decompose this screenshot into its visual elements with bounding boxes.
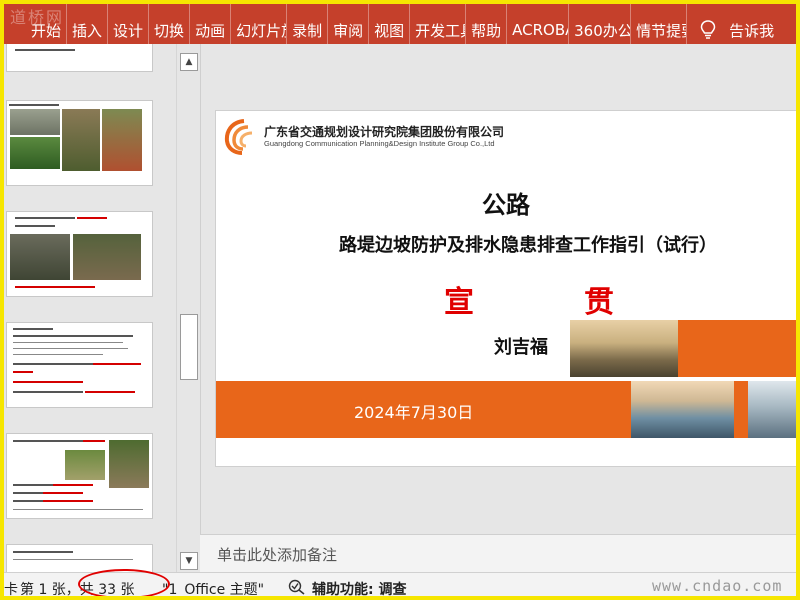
notes-pane[interactable]: 单击此处添加备注: [200, 534, 800, 572]
slide-thumbnail[interactable]: [6, 100, 153, 186]
slide-title: 公路: [482, 191, 530, 219]
company-name-cn: 广东省交通规划设计研究院集团股份有限公司: [264, 125, 505, 139]
road-photo: [748, 381, 798, 438]
accessibility-icon[interactable]: [288, 579, 308, 599]
presentation-date: 2024年7月30日: [354, 403, 474, 422]
orange-decor-strip: [734, 381, 748, 438]
bridge-photo: [631, 381, 734, 438]
theme-name: "1_Office 主题": [162, 582, 265, 598]
orange-decor-block: [678, 320, 798, 377]
slide-thumbnail[interactable]: [6, 433, 153, 519]
company-logo-icon: [224, 119, 258, 159]
slide-thumbnail[interactable]: [6, 544, 153, 572]
slide-thumbnail[interactable]: [6, 322, 153, 408]
slide-subtitle: 路堤边坡防护及排水隐患排查工作指引（试行）: [339, 235, 717, 256]
scroll-up-button[interactable]: ▲: [180, 53, 198, 71]
status-prefix: 卡: [4, 582, 18, 598]
watermark-logo: 道桥网: [10, 8, 65, 27]
site-watermark: www.cndao.com: [652, 577, 783, 595]
thumbnail-scrollbar[interactable]: ▲ ▼: [176, 44, 200, 572]
author-name: 刘吉福: [494, 337, 548, 358]
slide-thumbnail[interactable]: [6, 44, 153, 72]
notes-placeholder[interactable]: 单击此处添加备注: [217, 544, 337, 565]
slide-thumbnail[interactable]: [6, 211, 153, 297]
red-highlight-circle: [78, 569, 170, 599]
scroll-down-button[interactable]: ▼: [180, 552, 198, 570]
slide-thumbnail-pane[interactable]: [0, 44, 176, 572]
tell-me-search[interactable]: 告诉我: [725, 20, 774, 41]
heading-guan: 贯: [584, 285, 614, 320]
company-name-en: Guangdong Communication Planning&Design …: [264, 139, 495, 148]
heading-xuan: 宣: [444, 285, 474, 320]
highway-photo: [570, 320, 678, 377]
scroll-thumb[interactable]: [180, 314, 198, 380]
current-slide[interactable]: 广东省交通规划设计研究院集团股份有限公司 Guangdong Communica…: [215, 110, 798, 467]
accessibility-status[interactable]: 辅助功能: 调查: [312, 579, 406, 599]
